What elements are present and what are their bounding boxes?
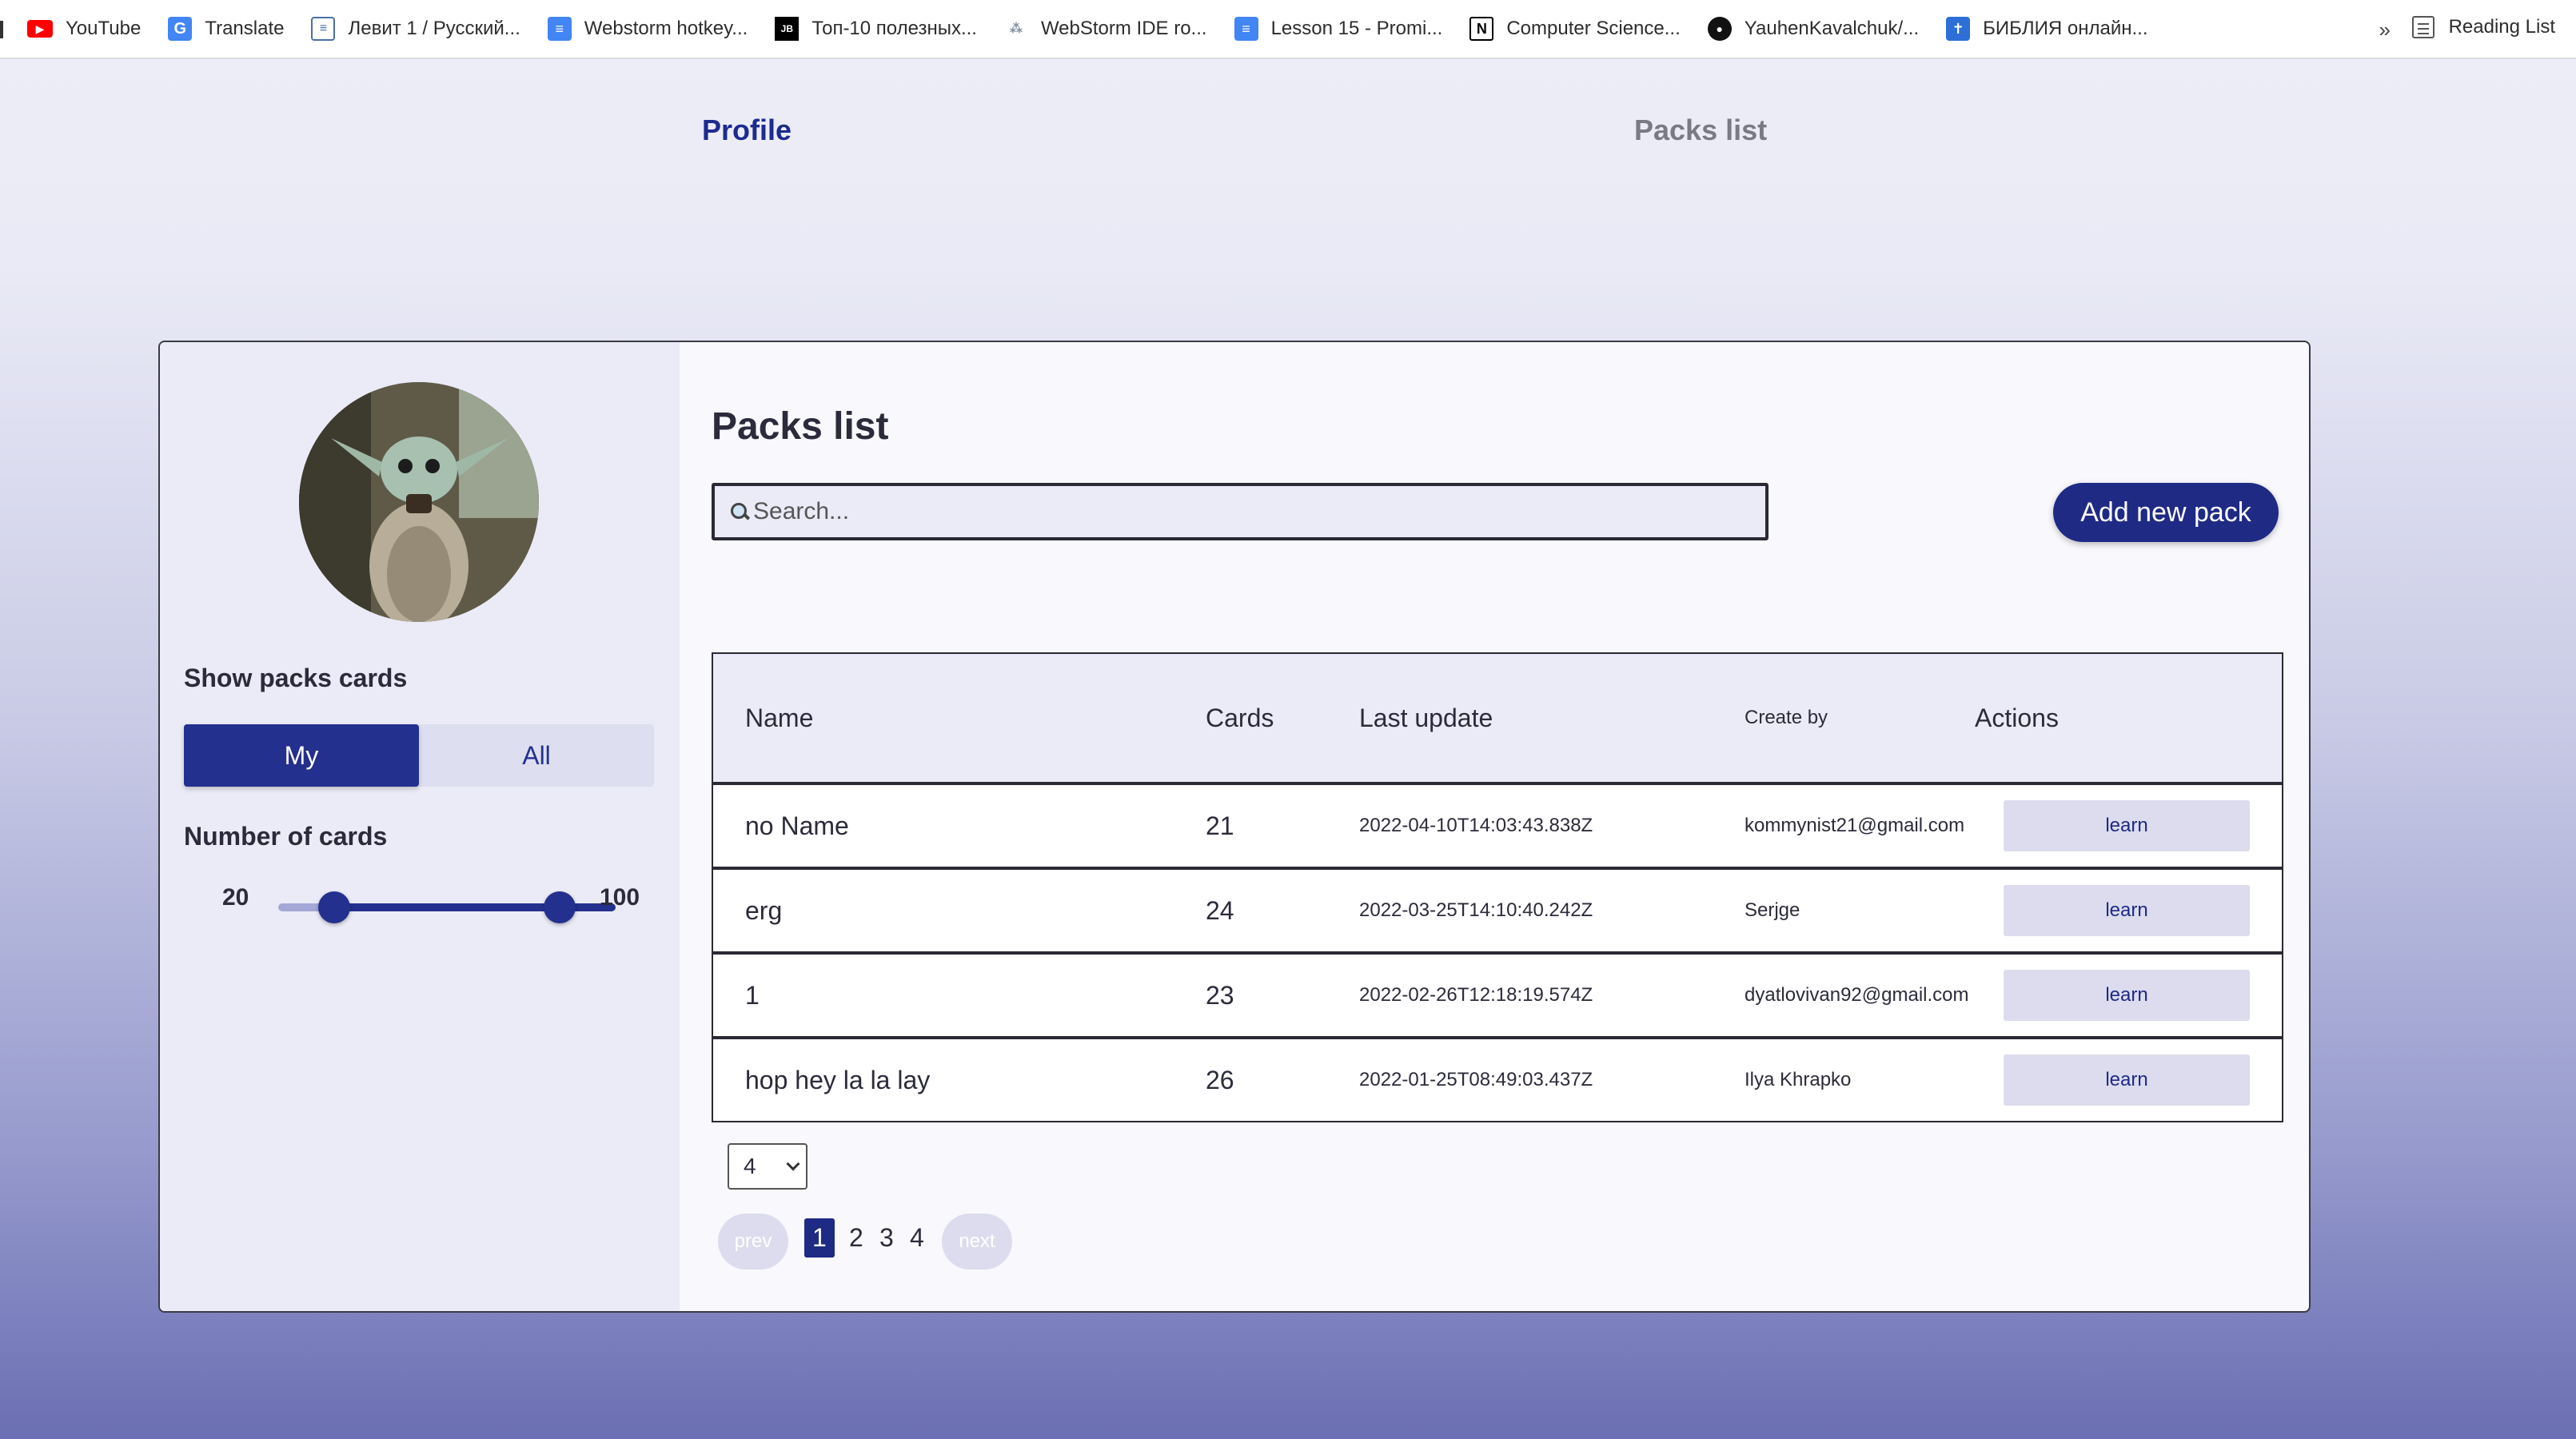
pack-cards: 24	[1206, 895, 1234, 925]
search-input[interactable]	[753, 498, 1713, 525]
sidebar: Show packs cards My All Number of cards …	[160, 342, 680, 1311]
table-row: no Name 21 2022-04-10T14:03:43.838Z komm…	[713, 785, 2282, 870]
bookmark-lesson15[interactable]: ≡ Lesson 15 - Promi...	[1234, 17, 1443, 41]
header-created-by[interactable]: Create by	[1745, 707, 1828, 729]
search-icon	[731, 503, 748, 520]
document-icon: ≡	[311, 17, 336, 41]
jetbrains-icon: JB	[775, 17, 800, 41]
learn-button[interactable]: learn	[2004, 885, 2250, 936]
reading-list-label: Reading List	[2448, 16, 2555, 38]
header-cards[interactable]: Cards	[1206, 704, 1274, 733]
bookmarks-edge	[0, 21, 3, 38]
reading-list-icon	[2411, 16, 2434, 38]
reading-list-button[interactable]: Reading List	[2411, 16, 2555, 38]
page-size-value: 4	[744, 1154, 756, 1178]
pack-name: erg	[745, 895, 783, 925]
table-row: 1 23 2022-02-26T12:18:19.574Z dyatloviva…	[713, 955, 2282, 1039]
learn-button[interactable]: learn	[2004, 970, 2250, 1021]
header-name[interactable]: Name	[745, 704, 813, 733]
notion-icon: N	[1469, 17, 1494, 41]
learn-button[interactable]: learn	[2004, 800, 2250, 851]
dots-icon: ⁂	[1009, 22, 1023, 36]
bookmark-label: Translate	[205, 18, 285, 39]
docs-icon: ≡	[547, 17, 572, 41]
avatar-image	[299, 382, 539, 622]
pack-author: Ilya Khrapko	[1745, 1069, 1852, 1090]
page-3-button[interactable]: 3	[879, 1223, 894, 1253]
search-box	[712, 483, 1769, 540]
bookmark-bible[interactable]: ✝ БИБЛИЯ онлайн...	[1946, 17, 2148, 41]
bookmark-computer-science[interactable]: N Computer Science...	[1469, 17, 1681, 41]
table-header: Name Cards Last update Create by Actions	[713, 654, 2282, 785]
packs-toggle: My All	[184, 724, 654, 787]
header-last-update[interactable]: Last update	[1359, 704, 1493, 733]
page-title: Packs list	[712, 405, 889, 448]
toggle-all-button[interactable]: All	[419, 724, 654, 787]
pack-name: no Name	[745, 811, 849, 840]
bookmark-top10[interactable]: JB Топ-10 полезных...	[775, 17, 977, 41]
pack-updated: 2022-02-26T12:18:19.574Z	[1359, 984, 1593, 1006]
bookmark-label: Lesson 15 - Promi...	[1270, 18, 1443, 39]
main-card: Show packs cards My All Number of cards …	[158, 341, 2311, 1313]
page-4-button[interactable]: 4	[910, 1223, 924, 1253]
bookmark-levit[interactable]: ≡ Левит 1 / Русский...	[311, 17, 520, 41]
translate-icon: G	[168, 17, 193, 41]
pack-name: hop hey la la lay	[745, 1065, 931, 1094]
range-min-value: 20	[222, 884, 249, 911]
range-max-thumb[interactable]	[544, 891, 576, 923]
bookmark-label: YouTube	[66, 18, 142, 39]
bookmark-webstorm-ide[interactable]: ⁂ WebStorm IDE ro...	[1004, 17, 1207, 41]
pack-updated: 2022-04-10T14:03:43.838Z	[1359, 815, 1593, 836]
pack-author: dyatlovivan92@gmail.com	[1745, 984, 1969, 1006]
cards-range-slider[interactable]	[278, 891, 616, 923]
learn-button[interactable]: learn	[2004, 1054, 2250, 1106]
bookmark-label: БИБЛИЯ онлайн...	[1983, 18, 2148, 39]
add-new-pack-button[interactable]: Add new pack	[2053, 483, 2279, 542]
pack-updated: 2022-01-25T08:49:03.437Z	[1359, 1069, 1593, 1090]
youtube-icon: ▶	[27, 20, 53, 38]
pack-updated: 2022-03-25T14:10:40.242Z	[1359, 899, 1593, 921]
toggle-my-button[interactable]: My	[184, 724, 419, 787]
bookmark-label: YauhenKavalchuk/...	[1744, 18, 1920, 39]
show-packs-title: Show packs cards	[184, 664, 408, 692]
bookmarks-bar: ▶ YouTube G Translate ≡ Левит 1 / Русски…	[0, 0, 2576, 59]
bookmark-youtube[interactable]: ▶ YouTube	[27, 18, 141, 40]
bookmark-label: WebStorm IDE ro...	[1040, 18, 1207, 39]
packs-table: Name Cards Last update Create by Actions…	[712, 652, 2283, 1122]
bookmark-translate[interactable]: G Translate	[168, 17, 284, 41]
bookmark-label: Webstorm hotkey...	[584, 18, 748, 39]
bookmark-github[interactable]: ● YauhenKavalchuk/...	[1707, 17, 1920, 41]
page-1-button[interactable]: 1	[804, 1218, 835, 1258]
nav-packs-list-link[interactable]: Packs list	[1634, 114, 1767, 147]
range-max-value: 100	[600, 884, 640, 911]
range-min-thumb[interactable]	[318, 891, 350, 923]
table-row: erg 24 2022-03-25T14:10:40.242Z Serjge l…	[713, 870, 2282, 955]
pack-name: 1	[745, 980, 760, 1010]
avatar	[299, 382, 539, 622]
page-size-select[interactable]: 4	[728, 1143, 807, 1190]
nav-profile-link[interactable]: Profile	[702, 114, 792, 147]
bookmark-label: Левит 1 / Русский...	[348, 18, 520, 39]
page-2-button[interactable]: 2	[849, 1223, 863, 1253]
bookmarks-overflow-button[interactable]: »	[2379, 18, 2391, 42]
bookmark-webstorm-hotkeys[interactable]: ≡ Webstorm hotkey...	[547, 17, 748, 41]
pack-author: kommynist21@gmail.com	[1745, 815, 1965, 836]
next-page-button[interactable]: next	[942, 1214, 1012, 1270]
docs-icon: ≡	[1234, 17, 1258, 41]
pack-cards: 23	[1206, 980, 1234, 1010]
github-icon: ●	[1707, 17, 1732, 41]
number-of-cards-title: Number of cards	[184, 822, 388, 851]
header-actions: Actions	[1975, 703, 2059, 732]
pack-cards: 21	[1206, 811, 1234, 840]
bookmark-label: Топ-10 полезных...	[811, 18, 977, 39]
bookmark-label: Computer Science...	[1506, 18, 1681, 39]
chevron-down-icon	[786, 1157, 800, 1171]
table-row: hop hey la la lay 26 2022-01-25T08:49:03…	[713, 1039, 2282, 1121]
bible-icon: ✝	[1946, 17, 1971, 41]
pack-author: Serjge	[1745, 899, 1800, 921]
pack-cards: 26	[1206, 1065, 1234, 1094]
prev-page-button[interactable]: prev	[718, 1214, 788, 1270]
